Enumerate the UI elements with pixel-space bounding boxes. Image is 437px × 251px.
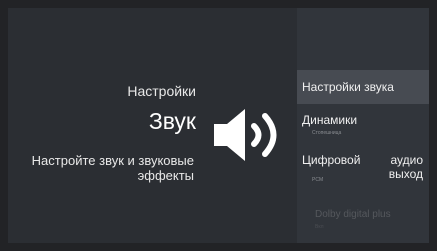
- header-area: Настройки Звук Настройте звук и звуковые…: [8, 8, 297, 243]
- settings-menu: Настройки звука Динамики Стопешница Цифр…: [297, 8, 429, 243]
- menu-item-value: Вкл: [315, 224, 324, 230]
- tv-settings-screen: Настройки Звук Настройте звук и звуковые…: [8, 8, 429, 243]
- menu-item-value: Стопешница: [312, 130, 342, 136]
- speaker-volume-icon: [214, 109, 277, 161]
- menu-item-value: PCM: [312, 177, 324, 183]
- page-description: Настройте звук и звуковые эффекты: [31, 153, 194, 183]
- menu-item-digital-audio-output[interactable]: Цифровой аудио выход PCM: [297, 148, 429, 190]
- menu-item-label: Динамики: [302, 113, 358, 127]
- menu-item-speakers[interactable]: Динамики Стопешница: [297, 108, 429, 140]
- menu-item-label: Настройки звука: [302, 80, 394, 94]
- menu-item-dolby-digital-plus: Dolby digital plus Вкл: [297, 203, 429, 233]
- breadcrumb: Настройки: [127, 83, 196, 99]
- page-title: Звук: [148, 108, 196, 134]
- menu-item-label: Dolby digital plus: [315, 209, 391, 220]
- menu-item-sound-settings[interactable]: Настройки звука: [297, 70, 429, 104]
